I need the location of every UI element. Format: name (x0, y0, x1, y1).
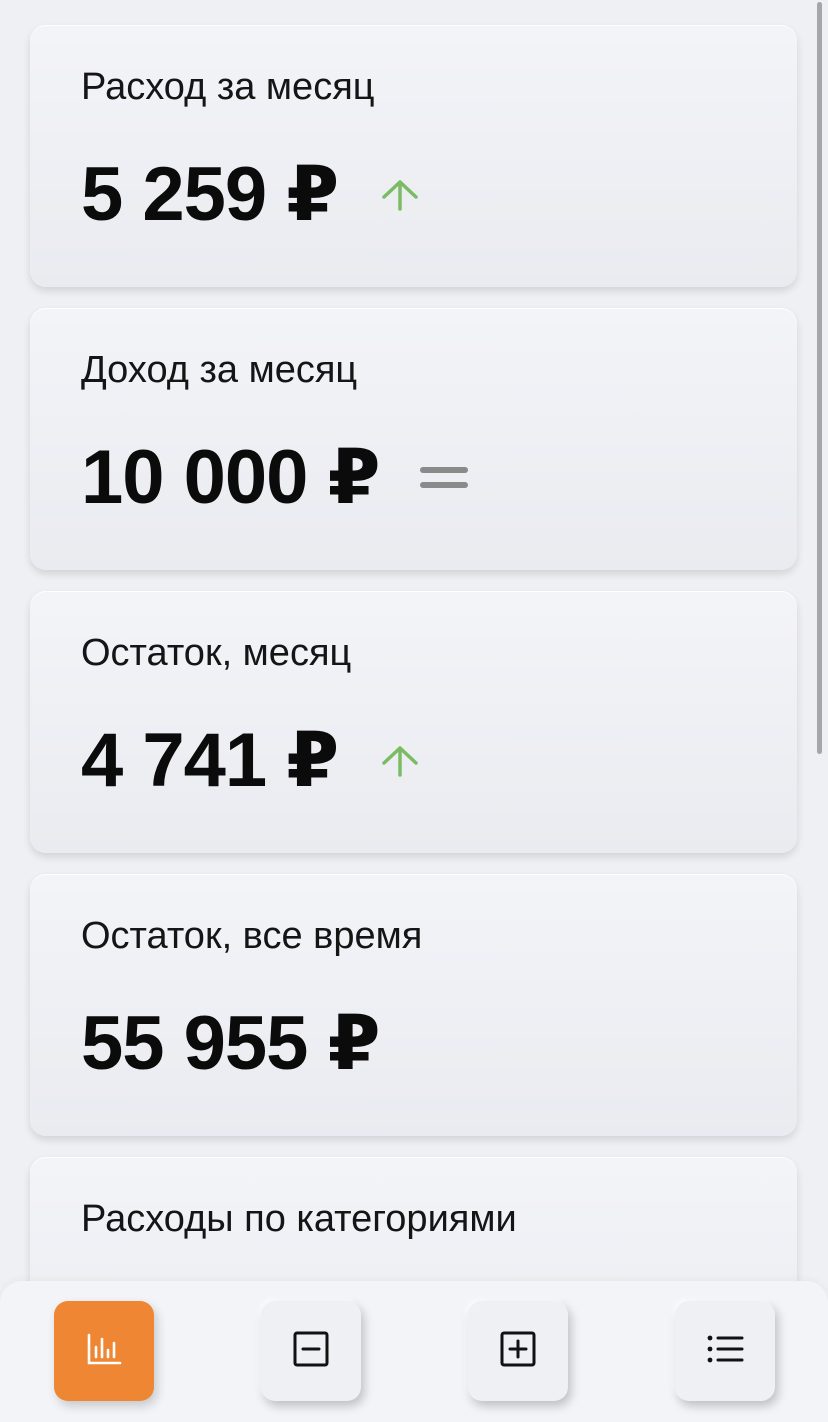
nav-button-add-expense[interactable] (261, 1301, 361, 1401)
arrow-up-icon (378, 173, 422, 217)
card-title: Доход за месяц (81, 349, 358, 391)
card-total-balance[interactable]: Остаток, все время 55 955 ₽ (30, 874, 797, 1136)
card-title: Остаток, все время (81, 915, 423, 957)
list-icon (705, 1329, 745, 1374)
card-value: 5 259 ₽ (81, 152, 339, 237)
plus-square-icon (498, 1329, 538, 1374)
card-monthly-balance[interactable]: Остаток, месяц 4 741 ₽ (30, 591, 797, 853)
bottom-navigation-bar (0, 1281, 828, 1422)
card-monthly-expense[interactable]: Расход за месяц 5 259 ₽ (30, 25, 797, 287)
card-value-row: 55 955 ₽ (81, 999, 380, 1089)
card-value-row: 5 259 ₽ (81, 150, 422, 240)
card-value-row: 10 000 ₽ (81, 433, 469, 523)
card-value: 10 000 ₽ (81, 435, 380, 520)
card-value-row: 4 741 ₽ (81, 716, 422, 806)
scrollbar[interactable] (817, 2, 822, 754)
app-screen: Расход за месяц 5 259 ₽ Доход за месяц 1… (0, 0, 828, 1422)
equal-icon (419, 456, 469, 500)
nav-button-statistics[interactable] (54, 1301, 154, 1401)
bar-chart-icon (84, 1329, 124, 1374)
card-monthly-income[interactable]: Доход за месяц 10 000 ₽ (30, 308, 797, 570)
card-value: 4 741 ₽ (81, 718, 339, 803)
minus-square-icon (291, 1329, 331, 1374)
card-value: 55 955 ₽ (81, 1001, 380, 1086)
card-title: Остаток, месяц (81, 632, 352, 674)
dashboard-scroll-area[interactable]: Расход за месяц 5 259 ₽ Доход за месяц 1… (0, 0, 828, 1422)
card-title: Расход за месяц (81, 66, 375, 108)
nav-button-transactions-list[interactable] (675, 1301, 775, 1401)
nav-button-add-income[interactable] (468, 1301, 568, 1401)
arrow-up-icon (378, 739, 422, 783)
card-title: Расходы по категориями (81, 1198, 517, 1240)
